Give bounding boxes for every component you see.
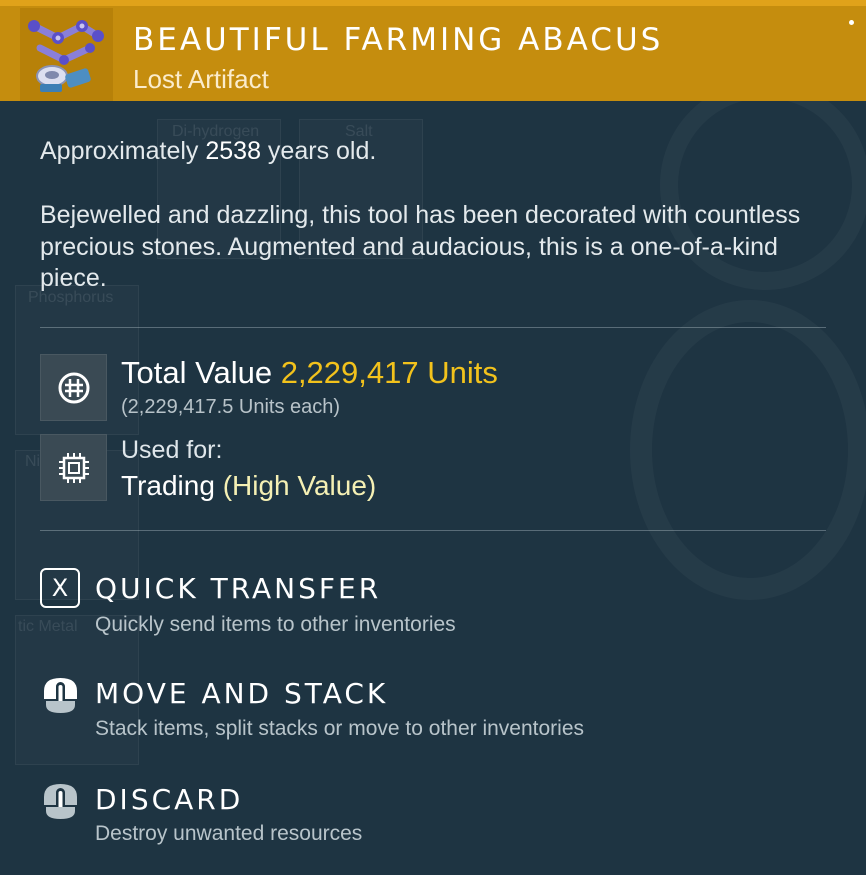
- discard-action[interactable]: DISCARD: [95, 783, 243, 816]
- total-value: Total Value 2,229,417 Units: [121, 355, 498, 391]
- quick-transfer-action[interactable]: QUICK TRANSFER: [95, 572, 381, 605]
- quick-transfer-description: Quickly send items to other inventories: [95, 613, 456, 636]
- item-title: BEAUTIFUL FARMING ABACUS: [133, 22, 664, 58]
- total-value-label: Total Value: [121, 355, 281, 390]
- total-value-amount: 2,229,417 Units: [280, 355, 498, 390]
- usage-type: Trading: [121, 470, 223, 501]
- corner-indicator: [849, 20, 854, 25]
- item-description: Bejewelled and dazzling, this tool has b…: [40, 201, 801, 292]
- age-prefix: Approximately: [40, 137, 206, 165]
- divider: [40, 327, 826, 328]
- used-for-label: Used for:: [121, 436, 223, 464]
- x-key-icon[interactable]: X: [40, 568, 80, 608]
- mouse-hold-icon[interactable]: [40, 781, 81, 822]
- abacus-artifact-icon: [20, 8, 113, 101]
- tooltip-header: BEAUTIFUL FARMING ABACUS Lost Artifact: [0, 0, 866, 101]
- discard-description: Destroy unwanted resources: [95, 822, 363, 845]
- units-currency-icon: [40, 354, 107, 421]
- used-for-value: Trading (High Value): [121, 470, 376, 502]
- mouse-right-click-icon[interactable]: [40, 675, 81, 716]
- age-suffix: years old.: [260, 137, 377, 165]
- item-tooltip-panel: BEAUTIFUL FARMING ABACUS Lost Artifact A…: [0, 0, 866, 875]
- item-age: Approximately 2538 years old.: [40, 137, 376, 166]
- move-and-stack-description: Stack items, split stacks or move to oth…: [95, 717, 585, 740]
- chip-icon: [40, 434, 107, 501]
- usage-qualifier: (High Value): [222, 470, 377, 501]
- item-category: Lost Artifact: [133, 64, 269, 94]
- value-each: (2,229,417.5 Units each): [121, 396, 341, 418]
- divider: [40, 530, 826, 531]
- move-and-stack-action[interactable]: MOVE AND STACK: [95, 677, 388, 710]
- age-value: 2538: [205, 137, 261, 165]
